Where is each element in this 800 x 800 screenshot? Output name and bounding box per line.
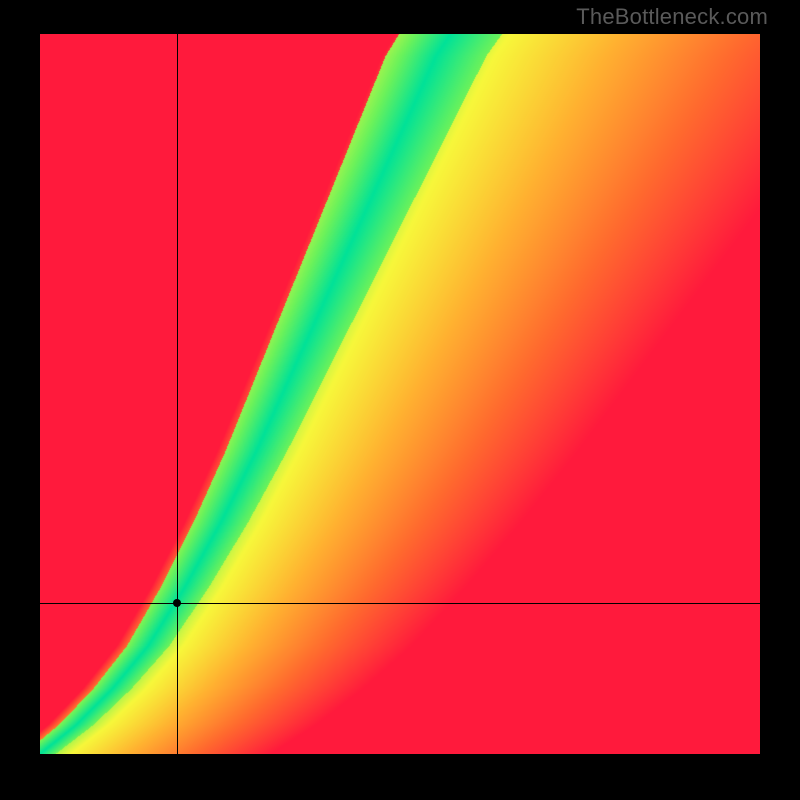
chart-frame: TheBottleneck.com xyxy=(0,0,800,800)
marker-dot xyxy=(173,599,181,607)
crosshair-vertical xyxy=(177,34,178,754)
heatmap-canvas xyxy=(40,34,760,754)
crosshair-horizontal xyxy=(40,603,760,604)
watermark-text: TheBottleneck.com xyxy=(576,4,768,30)
heatmap-plot xyxy=(40,34,760,754)
